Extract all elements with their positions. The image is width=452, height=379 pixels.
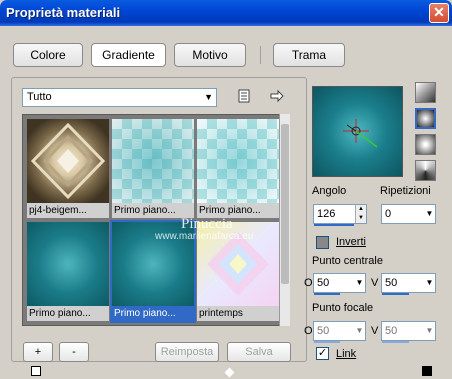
chevron-down-icon[interactable]: ▼ bbox=[424, 274, 435, 292]
gradient-overlay bbox=[197, 119, 279, 203]
start-marker-icon[interactable] bbox=[31, 366, 41, 376]
center-h-slider[interactable] bbox=[314, 293, 340, 295]
repeat-label: Ripetizioni bbox=[380, 185, 431, 197]
sunburst-style-button[interactable] bbox=[415, 160, 436, 181]
reset-button[interactable]: Reimposta bbox=[155, 342, 219, 362]
list-view-icon[interactable] bbox=[236, 89, 252, 105]
center-h-value: 50 bbox=[317, 277, 330, 289]
chevron-down-icon[interactable]: ▼ bbox=[424, 322, 435, 340]
thumb-caption: Primo piano... bbox=[27, 306, 109, 321]
radial-style-button[interactable] bbox=[415, 134, 436, 155]
tab-gradiente[interactable]: Gradiente bbox=[91, 43, 166, 67]
focal-point-label: Punto focale bbox=[312, 302, 374, 314]
link-label: Link bbox=[336, 348, 357, 360]
category-dropdown[interactable]: Tutto ▼ bbox=[22, 88, 217, 107]
thumb-caption: printemps bbox=[197, 306, 279, 321]
scrollbar-thumb[interactable] bbox=[281, 124, 289, 284]
linear-style-button[interactable] bbox=[415, 82, 436, 103]
thumb-caption: pj4-beigem... bbox=[27, 203, 109, 218]
focal-v-label: V bbox=[371, 325, 379, 337]
arrow-right-icon[interactable] bbox=[269, 89, 285, 105]
gradient-preview bbox=[27, 222, 109, 306]
center-v-label: V bbox=[371, 277, 379, 289]
save-button[interactable]: Salva bbox=[227, 342, 291, 362]
invert-label: Inverti bbox=[336, 236, 366, 248]
focal-h-value: 50 bbox=[317, 325, 330, 337]
invert-checkbox[interactable] bbox=[316, 236, 329, 249]
link-checkbox[interactable]: ✓ bbox=[316, 347, 329, 360]
repeat-value: 0 bbox=[385, 208, 392, 220]
gradient-preview bbox=[197, 119, 279, 203]
center-v-slider[interactable] bbox=[382, 293, 409, 295]
center-h-input[interactable]: 50 ▼ bbox=[313, 273, 366, 295]
gradient-preview-large[interactable] bbox=[312, 86, 403, 177]
gradient-thumb[interactable]: Primo piano... bbox=[112, 119, 194, 218]
remove-button[interactable]: - bbox=[59, 342, 89, 362]
focal-v-value: 50 bbox=[385, 325, 398, 337]
center-v-value: 50 bbox=[385, 277, 398, 289]
angle-label: Angolo bbox=[312, 185, 347, 197]
tab-colore[interactable]: Colore bbox=[13, 43, 83, 67]
title-bar: Proprietà materiali ✕ bbox=[0, 0, 452, 26]
spinner-updown-icon[interactable]: ▲ ▼ bbox=[355, 205, 366, 223]
gradient-thumb[interactable]: Primo piano... bbox=[197, 119, 279, 218]
gradient-thumb[interactable]: Primo piano... bbox=[27, 222, 109, 321]
dialog-body: Colore Gradiente Motivo Trama Tutto ▼ pj… bbox=[3, 26, 449, 378]
tab-separator bbox=[260, 46, 261, 64]
center-marker-icon[interactable] bbox=[313, 87, 402, 176]
chevron-down-icon[interactable]: ▼ bbox=[354, 274, 365, 292]
center-point-label: Punto centrale bbox=[312, 255, 383, 267]
focal-h-slider[interactable] bbox=[314, 341, 340, 343]
watermark-url: www.marilenafarca.eu bbox=[155, 231, 254, 242]
gradient-preview bbox=[112, 119, 194, 203]
window-title: Proprietà materiali bbox=[6, 5, 121, 20]
chevron-down-icon[interactable]: ▼ bbox=[354, 322, 365, 340]
center-h-label: O bbox=[304, 277, 313, 289]
gradient-grid: pj4-beigem... Primo piano... Primo piano… bbox=[22, 114, 290, 326]
category-value: Tutto bbox=[27, 91, 52, 103]
focal-v-slider[interactable] bbox=[382, 341, 409, 343]
chevron-down-icon[interactable]: ▼ bbox=[424, 205, 435, 223]
gradient-preview bbox=[27, 119, 109, 203]
close-button[interactable]: ✕ bbox=[429, 3, 449, 23]
gradient-overlay bbox=[112, 119, 194, 203]
end-marker-icon[interactable] bbox=[422, 366, 432, 376]
center-v-input[interactable]: 50 ▼ bbox=[381, 273, 436, 295]
grid-scrollbar[interactable] bbox=[279, 114, 290, 326]
midpoint-marker-icon[interactable] bbox=[224, 367, 235, 378]
add-button[interactable]: + bbox=[23, 342, 53, 362]
chevron-down-icon: ▼ bbox=[204, 92, 213, 102]
focal-h-label: O bbox=[304, 325, 313, 337]
tab-trama[interactable]: Trama bbox=[273, 43, 345, 67]
thumb-caption: Primo piano... bbox=[112, 306, 194, 321]
rectangular-style-button[interactable] bbox=[415, 108, 436, 129]
focal-h-input[interactable]: 50 ▼ bbox=[313, 321, 366, 343]
angle-slider[interactable] bbox=[314, 224, 354, 226]
materials-dialog: Proprietà materiali ✕ Colore Gradiente M… bbox=[0, 0, 452, 379]
repeat-input[interactable]: 0 ▼ bbox=[381, 204, 436, 224]
focal-v-input[interactable]: 50 ▼ bbox=[381, 321, 436, 343]
angle-value: 126 bbox=[317, 208, 336, 220]
tab-motivo[interactable]: Motivo bbox=[174, 43, 246, 67]
gradient-thumb[interactable]: pj4-beigem... bbox=[27, 119, 109, 218]
angle-input[interactable]: 126 ▲ ▼ bbox=[313, 204, 367, 226]
